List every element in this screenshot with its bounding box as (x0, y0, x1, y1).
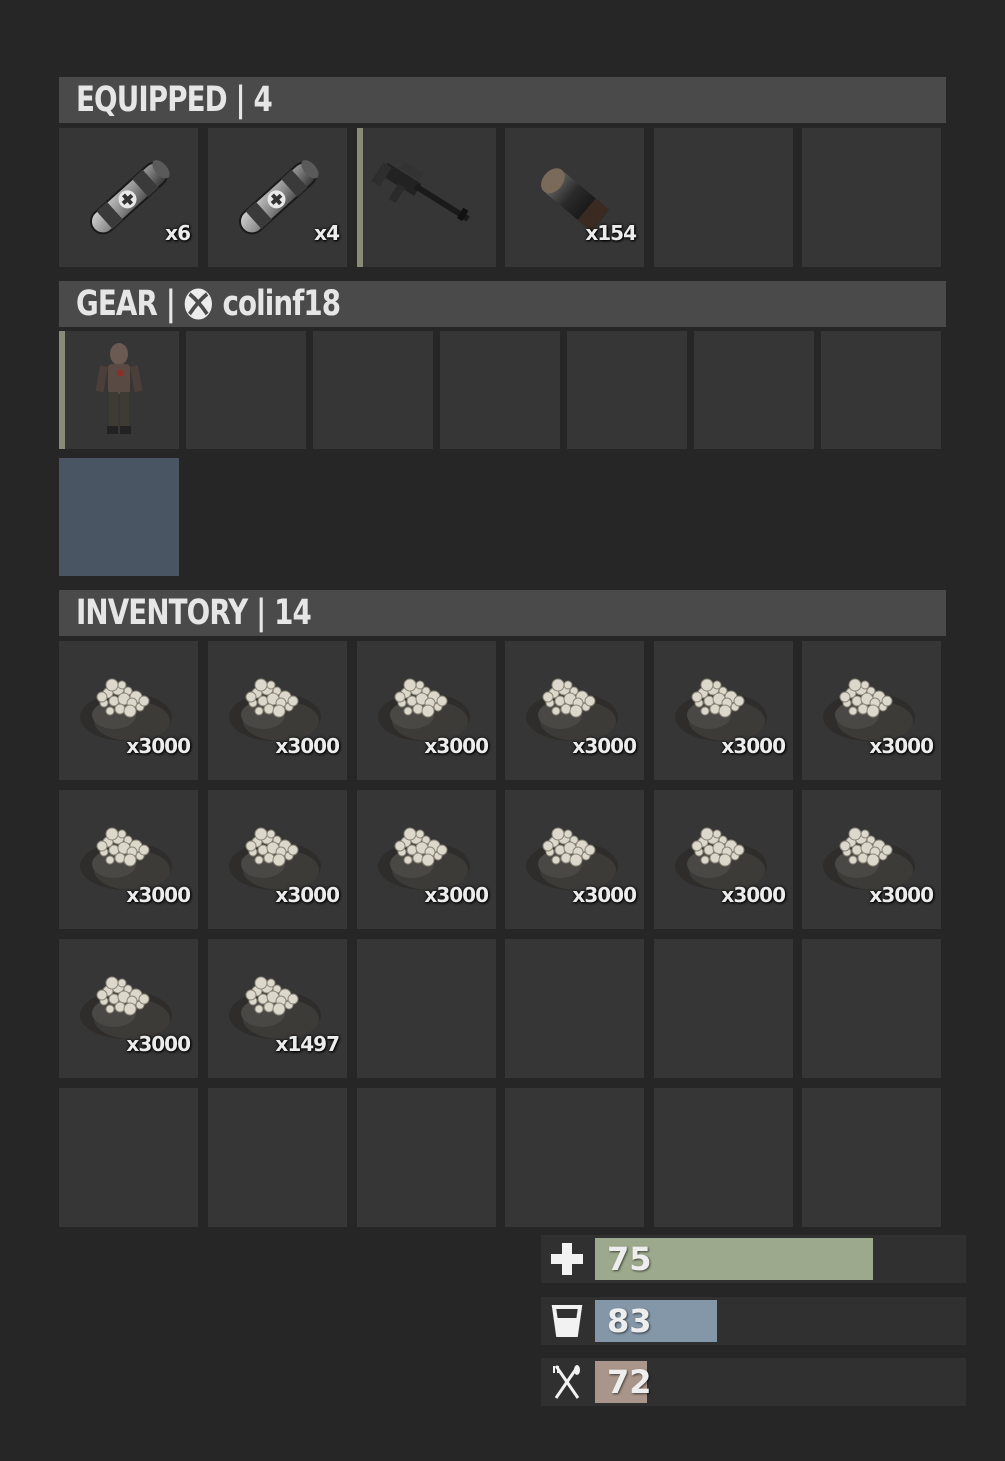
food-row: 72 (541, 1358, 966, 1406)
inventory-slot-18[interactable] (802, 939, 941, 1078)
gear-slot-2[interactable] (186, 331, 306, 449)
metal-ore-icon (802, 641, 941, 780)
inventory-title: INVENTORY | 14 (76, 593, 312, 633)
gear-slot-4[interactable] (440, 331, 560, 449)
player-outfit-icon (59, 331, 179, 449)
metal-ore-icon (654, 790, 793, 929)
item-count: x6 (165, 221, 191, 245)
metal-ore-icon (802, 790, 941, 929)
metal-ore-icon (357, 790, 496, 929)
gear-header: GEAR | colinf18 (59, 281, 946, 327)
item-count: x3000 (126, 883, 191, 907)
item-count: x154 (585, 221, 637, 245)
ammo-icon (505, 128, 644, 267)
inventory-slot-21[interactable] (357, 1088, 496, 1227)
gear-slot-3[interactable] (313, 331, 433, 449)
equipped-header: EQUIPPED | 4 (59, 77, 946, 123)
inventory-slot-14[interactable]: x1497 (208, 939, 347, 1078)
inventory-slot-7[interactable]: x3000 (59, 790, 198, 929)
inventory-slot-4[interactable]: x3000 (505, 641, 644, 780)
rifle-icon (357, 128, 496, 267)
inventory-slot-23[interactable] (654, 1088, 793, 1227)
inventory-slot-5[interactable]: x3000 (654, 641, 793, 780)
equipped-slot-6[interactable] (802, 128, 941, 267)
gear-slot-7[interactable] (821, 331, 941, 449)
inventory-slot-11[interactable]: x3000 (654, 790, 793, 929)
metal-ore-icon (59, 939, 198, 1078)
food-value: 72 (607, 1363, 652, 1401)
item-count: x4 (314, 221, 340, 245)
item-count: x3000 (275, 883, 340, 907)
inventory-slot-17[interactable] (654, 939, 793, 1078)
item-count: x3000 (721, 734, 786, 758)
equipped-slot-3[interactable] (357, 128, 496, 267)
metal-ore-icon (654, 641, 793, 780)
item-count: x3000 (869, 883, 934, 907)
inventory-slot-8[interactable]: x3000 (208, 790, 347, 929)
gear-slot-1[interactable] (59, 331, 179, 449)
water-cup-icon (541, 1297, 593, 1345)
metal-ore-icon (59, 641, 198, 780)
inventory-slot-10[interactable]: x3000 (505, 790, 644, 929)
item-count: x3000 (572, 734, 637, 758)
item-count: x1497 (275, 1032, 340, 1056)
inventory-slot-16[interactable] (505, 939, 644, 1078)
inventory-slot-6[interactable]: x3000 (802, 641, 941, 780)
metal-ore-icon (59, 790, 198, 929)
inventory-slot-2[interactable]: x3000 (208, 641, 347, 780)
item-count: x3000 (275, 734, 340, 758)
gear-extra-slot[interactable] (59, 458, 179, 576)
equipped-slot-4[interactable]: x154 (505, 128, 644, 267)
xbox-icon (184, 287, 214, 321)
fork-knife-icon (541, 1358, 593, 1406)
inventory-slot-22[interactable] (505, 1088, 644, 1227)
water-row: 83 (541, 1297, 966, 1345)
equipped-slot-5[interactable] (654, 128, 793, 267)
medical-syringe-icon (208, 128, 347, 267)
inventory-slot-15[interactable] (357, 939, 496, 1078)
health-value: 75 (607, 1240, 652, 1278)
inventory-slot-24[interactable] (802, 1088, 941, 1227)
item-count: x3000 (424, 734, 489, 758)
gear-title: GEAR | (76, 284, 176, 324)
inventory-slot-20[interactable] (208, 1088, 347, 1227)
equipped-slot-1[interactable]: x6 (59, 128, 198, 267)
health-cross-icon (541, 1235, 593, 1283)
item-count: x3000 (869, 734, 934, 758)
inventory-slot-9[interactable]: x3000 (357, 790, 496, 929)
metal-ore-icon (357, 641, 496, 780)
item-count: x3000 (126, 1032, 191, 1056)
health-row: 75 (541, 1235, 966, 1283)
inventory-slot-12[interactable]: x3000 (802, 790, 941, 929)
item-count: x3000 (424, 883, 489, 907)
metal-ore-icon (208, 939, 347, 1078)
equipped-title: EQUIPPED | 4 (76, 80, 273, 120)
metal-ore-icon (505, 790, 644, 929)
gear-username: colinf18 (222, 284, 341, 324)
item-count: x3000 (126, 734, 191, 758)
medical-syringe-icon (59, 128, 198, 267)
item-count: x3000 (572, 883, 637, 907)
equipped-slot-2[interactable]: x4 (208, 128, 347, 267)
inventory-slot-19[interactable] (59, 1088, 198, 1227)
metal-ore-icon (208, 641, 347, 780)
item-count: x3000 (721, 883, 786, 907)
water-value: 83 (607, 1302, 652, 1340)
inventory-slot-13[interactable]: x3000 (59, 939, 198, 1078)
gear-slot-5[interactable] (567, 331, 687, 449)
inventory-slot-1[interactable]: x3000 (59, 641, 198, 780)
metal-ore-icon (208, 790, 347, 929)
metal-ore-icon (505, 641, 644, 780)
gear-slot-6[interactable] (694, 331, 814, 449)
inventory-header: INVENTORY | 14 (59, 590, 946, 636)
inventory-slot-3[interactable]: x3000 (357, 641, 496, 780)
